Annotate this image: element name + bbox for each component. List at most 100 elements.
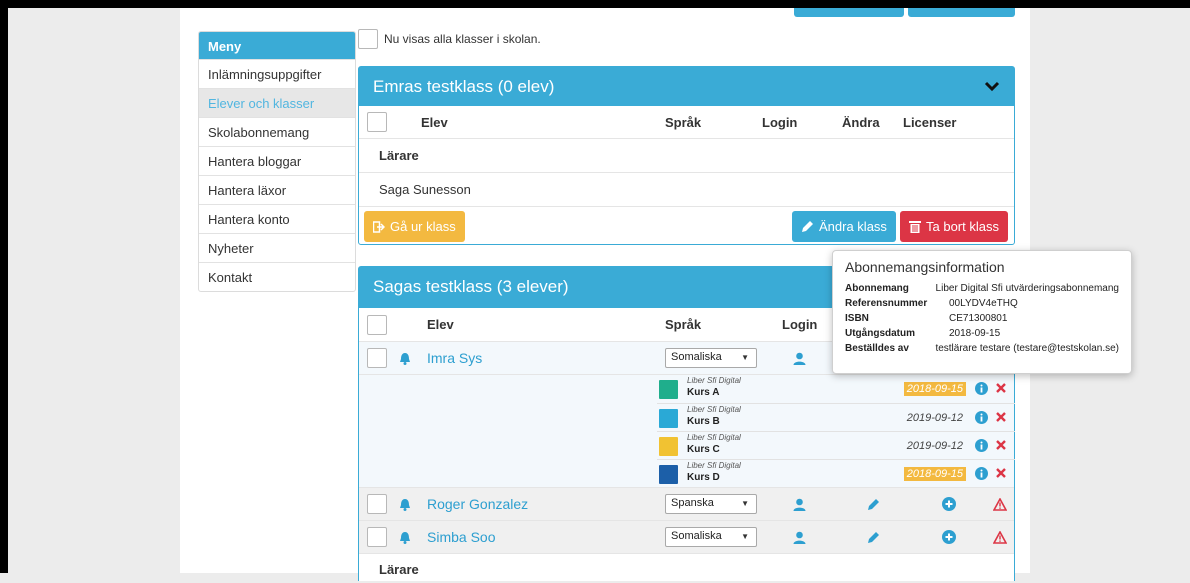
student-checkbox[interactable] <box>367 527 387 547</box>
remove-licence-icon[interactable] <box>995 467 1007 479</box>
table-row: Roger Gonzalez Spanska ▼ <box>359 487 1014 520</box>
column-header-licenser: Licenser <box>903 114 957 130</box>
sidebar-item-kontakt[interactable]: Kontakt <box>199 262 355 291</box>
warning-icon[interactable] <box>993 497 1007 511</box>
info-icon[interactable] <box>975 411 988 424</box>
chevron-down-icon[interactable] <box>984 78 1000 94</box>
edit-class-button[interactable]: Ändra klass <box>792 211 896 242</box>
book-cover-icon <box>659 465 678 484</box>
top-action-button-1[interactable] <box>794 8 904 17</box>
tooltip-value: testlärare testare (testare@testskolan.s… <box>935 343 1119 354</box>
tooltip-row: Referensnummer 00LYDV4eTHQ <box>845 296 1119 311</box>
licence-row: Liber Sfi Digital Kurs B 2019-09-12 <box>657 403 1015 431</box>
tooltip-key: Utgångsdatum <box>845 328 915 339</box>
select-all-checkbox[interactable] <box>367 112 387 132</box>
class-title: Emras testklass (0 elev) <box>373 77 555 96</box>
subscription-info-tooltip: Abonnemangsinformation Abonnemang Liber … <box>832 250 1132 374</box>
show-all-checkbox[interactable] <box>358 29 378 49</box>
bell-icon[interactable] <box>399 531 411 544</box>
language-select[interactable]: Somaliska ▼ <box>665 348 757 368</box>
sidebar-item-hantera-laxor[interactable]: Hantera läxor <box>199 175 355 204</box>
leave-class-label: Gå ur klass <box>390 219 456 234</box>
teachers-label: Lärare <box>379 148 419 163</box>
book-cover-icon <box>659 380 678 399</box>
class-panel-header[interactable]: Emras testklass (0 elev) <box>359 67 1014 106</box>
delete-class-button[interactable]: Ta bort klass <box>900 211 1008 242</box>
licence-expiry-date: 2018-09-15 <box>903 467 966 481</box>
plus-circle-icon[interactable] <box>942 530 956 544</box>
pencil-icon[interactable] <box>867 498 880 511</box>
delete-class-label: Ta bort klass <box>926 219 999 234</box>
select-all-checkbox[interactable] <box>367 314 387 335</box>
tooltip-key: Referensnummer <box>845 298 928 309</box>
teacher-name: Saga Sunesson <box>379 182 471 197</box>
language-select[interactable]: Somaliska ▼ <box>665 527 757 547</box>
student-name-link[interactable]: Imra Sys <box>427 342 482 374</box>
sidebar-item-inlamningsuppgifter[interactable]: Inlämningsuppgifter <box>199 59 355 88</box>
licence-name: Kurs A <box>687 387 720 398</box>
pencil-icon[interactable] <box>867 531 880 544</box>
sidebar-item-skolabonnemang[interactable]: Skolabonnemang <box>199 117 355 146</box>
info-icon[interactable] <box>975 467 988 480</box>
tooltip-key: Abonnemang <box>845 283 909 294</box>
warning-icon[interactable] <box>993 530 1007 544</box>
bell-icon[interactable] <box>399 498 411 511</box>
column-header-elev: Elev <box>427 317 454 332</box>
tooltip-value: Liber Digital Sfi utvärderingsabonnemang <box>935 283 1119 294</box>
tooltip-row: Abonnemang Liber Digital Sfi utvärdering… <box>845 281 1119 296</box>
licence-expiry-date: 2019-09-12 <box>906 440 963 452</box>
student-name-link[interactable]: Roger Gonzalez <box>427 488 528 520</box>
plus-circle-icon[interactable] <box>942 497 956 511</box>
user-icon[interactable] <box>793 352 806 365</box>
language-select[interactable]: Spanska ▼ <box>665 494 757 514</box>
user-icon[interactable] <box>793 498 806 511</box>
licence-expiry-date: 2019-09-12 <box>906 412 963 424</box>
tooltip-row: ISBN CE71300801 <box>845 311 1119 326</box>
column-header-login: Login <box>782 317 818 332</box>
sidebar-item-elever-och-klasser[interactable]: Elever och klasser <box>199 88 355 117</box>
window-frame-left <box>0 0 8 573</box>
user-icon[interactable] <box>793 531 806 544</box>
tooltip-value: CE71300801 <box>949 313 1008 324</box>
remove-licence-icon[interactable] <box>995 411 1007 423</box>
teachers-header-row: Lärare <box>359 553 1014 583</box>
remove-licence-icon[interactable] <box>995 382 1007 394</box>
info-icon[interactable] <box>975 382 988 395</box>
leave-class-button[interactable]: Gå ur klass <box>364 211 465 242</box>
edit-class-label: Ändra klass <box>819 219 887 234</box>
info-icon[interactable] <box>975 439 988 452</box>
sidebar-item-nyheter[interactable]: Nyheter <box>199 233 355 262</box>
teachers-label: Lärare <box>379 562 419 577</box>
window-frame-top <box>0 0 1190 8</box>
tooltip-row: Utgångsdatum 2018-09-15 <box>845 326 1119 341</box>
tooltip-value: 00LYDV4eTHQ <box>949 298 1018 309</box>
language-value: Somaliska <box>671 351 722 363</box>
class-panel-emras: Emras testklass (0 elev) Elev Språk Logi… <box>358 66 1015 245</box>
student-checkbox[interactable] <box>367 348 387 368</box>
sidebar-item-hantera-konto[interactable]: Hantera konto <box>199 204 355 233</box>
licence-name: Kurs D <box>687 472 720 483</box>
select-arrow-icon: ▼ <box>741 353 749 362</box>
licence-publisher: Liber Sfi Digital <box>687 433 741 442</box>
bell-icon[interactable] <box>399 352 411 365</box>
class-actions-row: Gå ur klass Ändra klass Ta bort klass <box>359 206 1014 245</box>
book-cover-icon <box>659 409 678 428</box>
licence-row: Liber Sfi Digital Kurs C 2019-09-12 <box>657 431 1015 459</box>
sign-out-icon <box>373 220 385 233</box>
student-name-link[interactable]: Simba Soo <box>427 521 495 553</box>
remove-licence-icon[interactable] <box>995 439 1007 451</box>
licence-name: Kurs B <box>687 416 720 427</box>
show-all-classes: Nu visas alla klasser i skolan. <box>358 29 541 49</box>
licence-publisher: Liber Sfi Digital <box>687 376 741 385</box>
licence-name: Kurs C <box>687 444 720 455</box>
language-value: Somaliska <box>671 530 722 542</box>
tooltip-value: 2018-09-15 <box>949 328 1001 339</box>
column-header-sprak: Språk <box>665 317 702 332</box>
student-checkbox[interactable] <box>367 494 387 514</box>
sidebar-item-hantera-bloggar[interactable]: Hantera bloggar <box>199 146 355 175</box>
top-action-button-2[interactable] <box>908 8 1015 17</box>
tooltip-key: ISBN <box>845 313 869 324</box>
class-title: Sagas testklass (3 elever) <box>373 277 569 296</box>
sidebar-menu: Meny Inlämningsuppgifter Elever och klas… <box>198 31 356 292</box>
tooltip-row: Beställdes av testlärare testare (testar… <box>845 341 1119 356</box>
